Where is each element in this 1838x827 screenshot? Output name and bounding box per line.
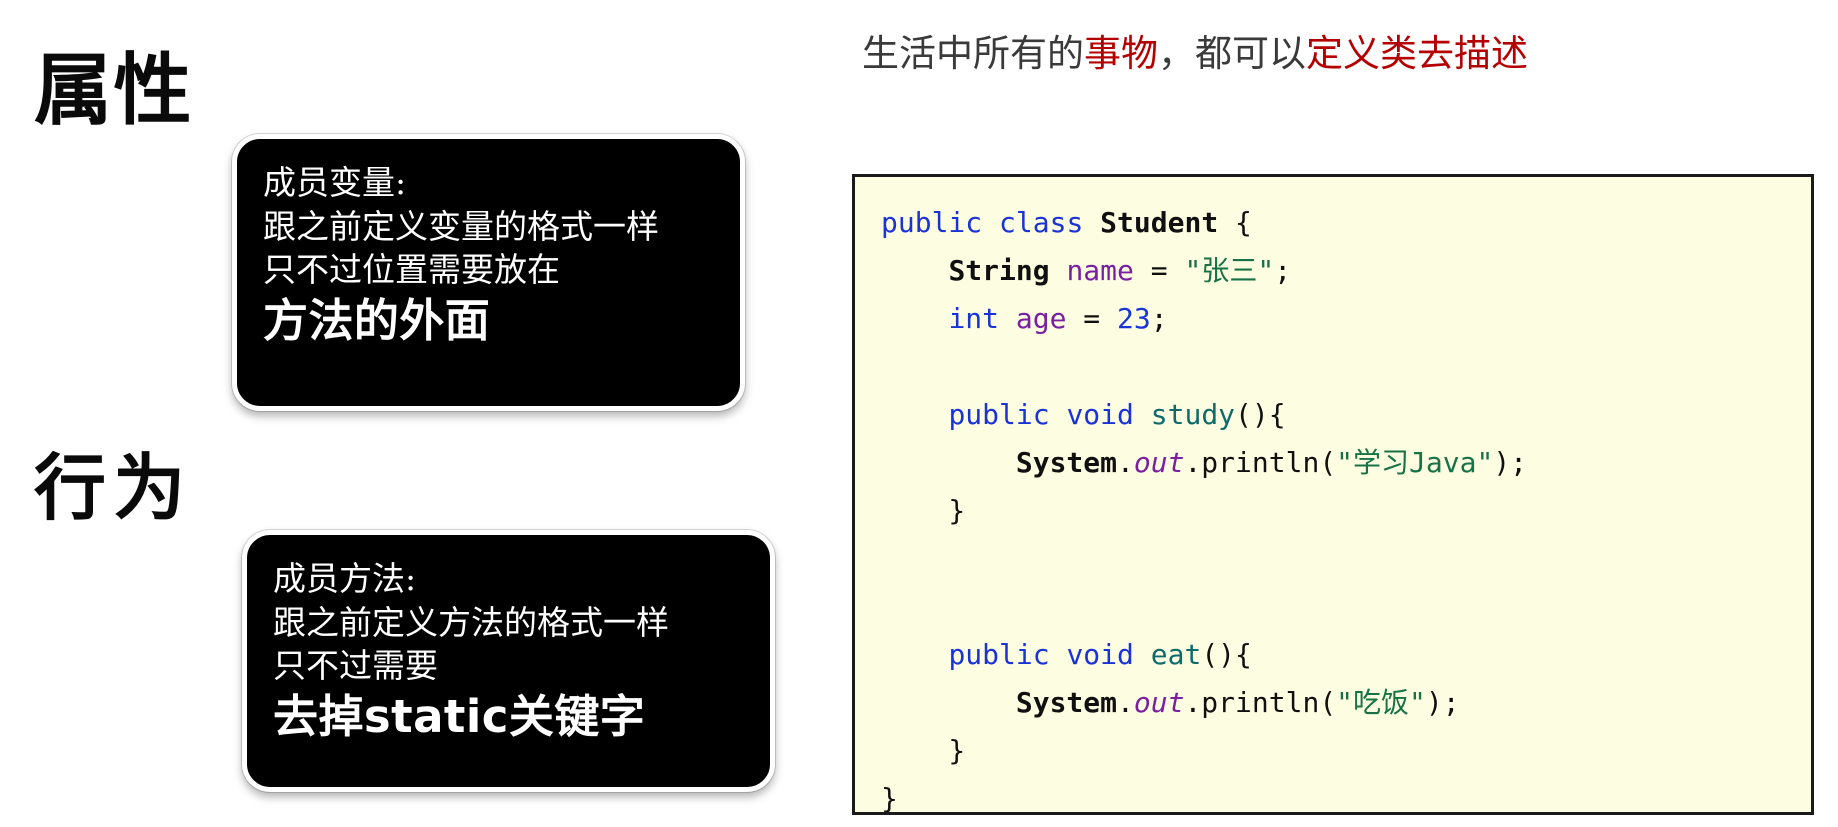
callout-line-3: 只不过需要 [273,646,438,686]
code-line: } [881,727,1811,775]
code-token-plain: = [1066,302,1118,335]
code-token-kw: public [881,206,983,239]
code-token-var: age [1015,302,1067,335]
callout-member-variable: 成员变量: 跟之前定义变量的格式一样 只不过位置需要放在 方法的外面 [232,134,745,411]
code-token-kw: public [948,638,1050,671]
code-line: public void eat(){ [881,631,1811,679]
code-token-plain: ); [1493,446,1528,479]
code-token-type: System [1015,446,1118,479]
code-line: System.out.println("吃饭"); [881,679,1811,727]
java-code-panel: public class Student { String name = "张三… [852,174,1814,815]
code-token-kw: class [999,206,1084,239]
code-token-num: 23 [1117,302,1151,335]
code-token-plain: = [1133,254,1185,287]
code-token-field: out [1133,446,1185,479]
code-token-str: "吃饭" [1336,686,1426,719]
code-line: int age = 23; [881,295,1811,343]
callout-title: 成员方法: [273,559,417,598]
code-token-plain: . [1117,686,1134,719]
code-line: } [881,775,1811,815]
code-token-str: "学习Java" [1336,446,1494,479]
heading-highlight-things: 事物 [1084,32,1158,75]
code-line: } [881,487,1811,535]
code-token-plain: (){ [1201,638,1252,671]
code-line: System.out.println("学习Java"); [881,439,1811,487]
callout-line-2: 跟之前定义方法的格式一样 [273,602,669,642]
code-token-plain: } [881,734,966,767]
callout-line-2: 跟之前定义变量的格式一样 [263,206,659,246]
code-token-field: out [1133,686,1185,719]
code-token-type: Student [1100,206,1219,239]
callout-member-method: 成员方法: 跟之前定义方法的格式一样 只不过需要 去掉static关键字 [242,530,775,792]
heading-part-2: ，都可以 [1158,32,1306,75]
code-token-plain: (){ [1235,398,1286,431]
code-token-plain: { [1218,206,1252,239]
code-token-var: name [1066,254,1134,287]
code-token-plain: ; [1274,254,1292,287]
section-label-attribute: 属性 [34,46,194,136]
callout-emphasis: 方法的外面 [263,293,491,347]
callout-line-3: 只不过位置需要放在 [263,250,560,290]
code-line: public class Student { [881,199,1811,247]
code-token-fn: study [1150,398,1236,431]
right-heading: 生活中所有的事物，都可以定义类去描述 [862,30,1528,78]
code-lines-container: public class Student { String name = "张三… [881,199,1811,815]
code-token-plain: } [881,494,966,527]
code-token-plain: .println( [1184,686,1337,719]
heading-highlight-define-class: 定义类去描述 [1306,32,1528,75]
code-token-plain: . [1117,446,1134,479]
code-token-kw: void [1066,398,1134,431]
code-token-plain: } [881,782,898,815]
code-token-str: "张三" [1184,254,1275,287]
code-token-type: String [948,254,1050,287]
code-line: String name = "张三"; [881,247,1811,295]
heading-part-1: 生活中所有的 [862,32,1084,75]
code-token-plain: .println( [1184,446,1337,479]
code-token-plain: ; [1150,302,1168,335]
callout-title: 成员变量: [263,163,407,202]
section-label-behavior: 行为 [34,446,193,530]
code-line: public void study(){ [881,391,1811,439]
code-token-plain: ); [1425,686,1460,719]
code-token-fn: eat [1150,638,1202,671]
callout-emphasis: 去掉static关键字 [273,689,646,743]
code-token-kw: void [1066,638,1134,671]
code-token-type: System [1015,686,1118,719]
code-token-kw: int [948,302,1000,335]
code-token-kw: public [948,398,1050,431]
